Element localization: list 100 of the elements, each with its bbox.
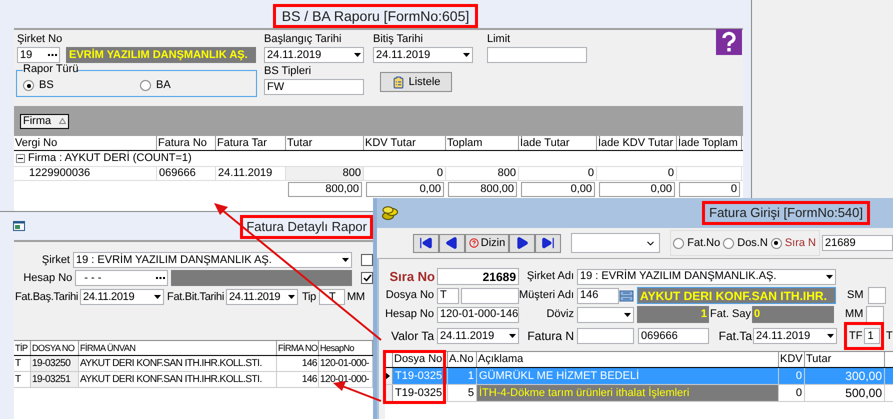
customer-name: AYKUT DERI KONF.SAN ITH.IHR. <box>637 287 836 304</box>
row-pointer-icon <box>385 372 390 380</box>
date-field[interactable]: 24.11.2019 <box>80 289 164 305</box>
column-header[interactable]: KDV Tutar <box>364 136 446 150</box>
company-dropdown[interactable]: 19 : EVRİM YAZILIM DANŞMANLIK AŞ. <box>73 252 352 268</box>
previous-button[interactable] <box>439 234 465 252</box>
column-header[interactable]: Tutar <box>805 352 885 367</box>
index-button[interactable]: Dizin <box>465 234 509 252</box>
field-label: Dosya No <box>384 290 434 301</box>
help-icon[interactable] <box>716 29 742 55</box>
list-button[interactable]: Listele <box>380 72 452 92</box>
window-title: BS / BA Raporu [FormNo:605] <box>282 6 470 26</box>
column-header[interactable]: DOSYA NO <box>31 341 79 355</box>
radio-label: BS <box>39 80 54 91</box>
text-field[interactable]: 1 <box>864 328 880 344</box>
column-header[interactable]: Fatura No <box>157 136 216 150</box>
radio-button[interactable] <box>140 80 151 91</box>
radio-label: BA <box>156 80 171 91</box>
date-field[interactable]: 24.11.2019 <box>264 47 364 63</box>
column-header[interactable]: Fatura Tar <box>216 136 286 150</box>
column-header[interactable]: İade Toplam <box>677 136 742 150</box>
text-field[interactable]: FW <box>264 79 364 95</box>
column-header[interactable]: A.No <box>448 352 477 367</box>
clipboard-icon <box>392 76 405 88</box>
radio-button[interactable] <box>723 238 734 248</box>
collapse-icon[interactable] <box>16 154 25 163</box>
radio-button[interactable] <box>23 80 34 91</box>
caret-icon <box>624 312 631 316</box>
table-cell: 300,00 <box>805 368 885 384</box>
next-button[interactable] <box>509 234 535 252</box>
table-cell: GÜMRÜKL ME HİZMET BEDELİ <box>477 368 779 384</box>
date-field[interactable]: 24.11.2019 <box>373 47 473 63</box>
column-header[interactable]: Toplam <box>446 136 519 150</box>
first-button[interactable] <box>413 234 439 252</box>
window-title: Fatura Girişi [FormNo:540] <box>709 204 863 222</box>
field-label: Şirket No <box>17 34 64 45</box>
table-cell: 0 <box>597 167 677 180</box>
table-cell: 800 <box>446 167 519 180</box>
caret-icon <box>463 53 470 57</box>
table-cell: AYKUT DERI KONF.SAN ITH.IHR.KOLL.STI. <box>79 356 277 371</box>
column-header[interactable]: KDV <box>779 352 805 367</box>
total-cell: 0 <box>679 182 740 197</box>
column-header[interactable]: Dosya No <box>393 352 448 367</box>
lookup-icon[interactable] <box>619 288 634 302</box>
text-field[interactable]: 120-01-000-146 <box>437 306 519 322</box>
text-field[interactable]: 146 <box>577 288 619 304</box>
field-label: Şirket <box>40 254 70 266</box>
table-cell: 1 <box>448 368 477 384</box>
date-field[interactable]: 24.11.2019 <box>437 328 519 344</box>
column-header[interactable]: Tutar <box>286 136 364 150</box>
caret-icon <box>288 295 295 299</box>
text-field[interactable] <box>487 47 587 63</box>
company-dropdown[interactable]: 19 : EVRİM YAZILIM DANŞMANLIK.AŞ. <box>577 268 836 284</box>
column-header[interactable]: FİRMA NO <box>277 341 319 355</box>
help-icon <box>468 238 479 248</box>
column-header[interactable]: İade Tutar <box>519 136 597 150</box>
group-chip[interactable]: Firma <box>20 114 69 128</box>
text-field[interactable]: T <box>437 288 459 304</box>
text-field[interactable]: 069666 <box>638 328 709 344</box>
table-cell: AYKUT DERI KONF.SAN ITH.IHR.KOLL.STI. <box>79 372 277 387</box>
table-cell: 19-03251 <box>31 372 79 387</box>
sequence-field[interactable]: 21689 <box>437 268 519 285</box>
group-label: Rapor Türü <box>23 64 78 75</box>
column-header[interactable]: FİRMA ÜNVAN <box>79 341 277 355</box>
text-field[interactable]: 19 <box>17 47 60 63</box>
window-icon <box>13 221 25 231</box>
table-cell: 0 <box>779 368 805 384</box>
radio-label: Dos.N <box>737 238 768 248</box>
group-row-label: Firma : AYKUT DERİ (COUNT=1) <box>28 153 192 164</box>
total-cell: 0,00 <box>599 182 675 197</box>
first-icon <box>419 236 433 250</box>
text-field[interactable] <box>868 287 886 304</box>
checkbox[interactable] <box>361 254 373 266</box>
text-field[interactable] <box>866 306 884 323</box>
table-cell: T19-0325 <box>393 368 448 384</box>
caret-icon <box>354 53 361 57</box>
column-header[interactable]: Açıklama <box>477 352 779 367</box>
text-field[interactable]: - - - <box>75 270 168 286</box>
column-header[interactable]: İade KDV Tutar <box>597 136 677 150</box>
field-label: Müşteri Adı <box>519 290 574 301</box>
caret-icon <box>509 334 516 338</box>
radio-button[interactable] <box>770 238 782 248</box>
field-label: Fat. Say <box>709 309 752 320</box>
checkbox[interactable] <box>361 272 373 284</box>
date-field[interactable]: 24.11.2019 <box>753 328 837 344</box>
total-cell: 0,00 <box>366 182 444 197</box>
field-label: TF <box>849 330 862 342</box>
search-field[interactable]: 21689 <box>822 235 893 251</box>
table-cell: 1229900036 <box>27 167 157 180</box>
table-cell: 0 <box>519 167 597 180</box>
table-row[interactable]: T19-0325 5 İTH-4-Dökme tarım ürünleri ithalat İşlemleri 0 500,00 <box>385 385 893 402</box>
text-field[interactable] <box>577 328 634 344</box>
total-cell: 0,00 <box>521 182 595 197</box>
text-field[interactable] <box>461 288 519 304</box>
column-header[interactable]: Vergi No <box>14 136 157 150</box>
last-button[interactable] <box>535 234 561 252</box>
field-label: Bitiş Tarihi <box>373 34 424 45</box>
radio-button[interactable] <box>673 238 684 248</box>
column-header[interactable]: TİP <box>14 341 31 355</box>
date-field[interactable]: 24.11.2019 <box>226 289 298 305</box>
